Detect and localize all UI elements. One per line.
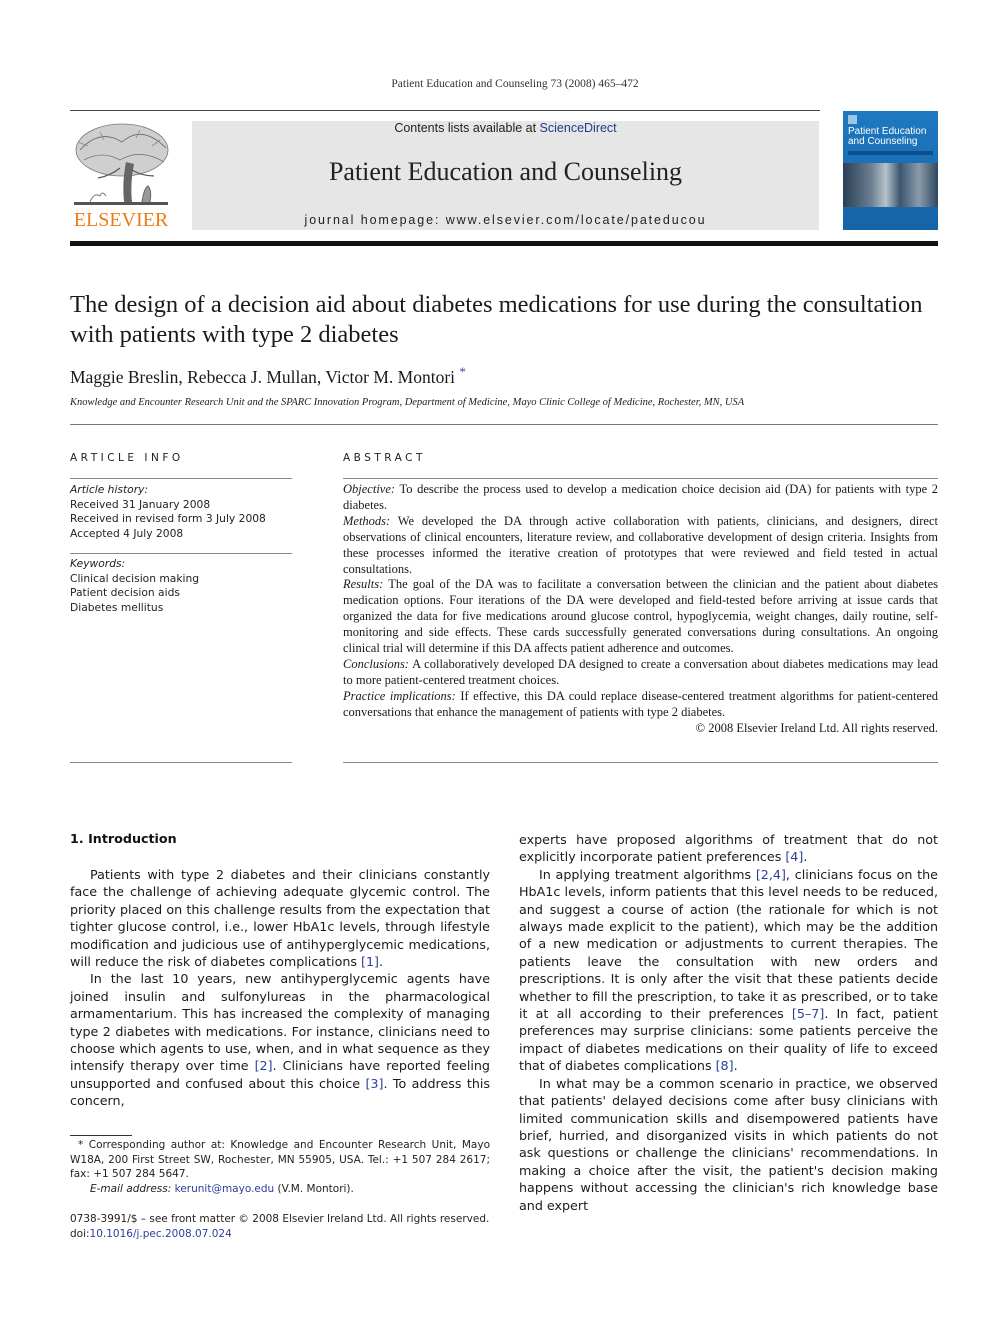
abstract-results: Results: The goal of the DA was to facil…	[343, 577, 938, 657]
elsevier-wordmark: ELSEVIER	[73, 209, 169, 231]
citation-link[interactable]: [2]	[255, 1058, 273, 1073]
email-label: E-mail address:	[90, 1182, 172, 1195]
journal-title: Patient Education and Counseling	[328, 157, 683, 186]
article-info-bottom-rule	[70, 762, 292, 763]
footnote-rule	[70, 1135, 132, 1136]
keyword: Clinical decision making	[70, 571, 200, 585]
abstract-practice-implications: Practice implications: If effective, thi…	[343, 689, 938, 721]
history-revised: Received in revised form 3 July 2008	[70, 512, 266, 526]
contents-prefix: Contents lists available at	[394, 121, 540, 135]
abstract-bottom-rule	[343, 762, 938, 763]
author-list: Maggie Breslin, Rebecca J. Mullan, Victo…	[70, 364, 466, 388]
history-received: Received 31 January 2008	[70, 497, 211, 511]
paragraph-text: .	[733, 1058, 738, 1074]
paragraph-text: In what may be a common scenario in prac…	[519, 1075, 938, 1213]
cover-title-line2: and Counseling	[848, 136, 918, 147]
left-column: Patients with type 2 diabetes and their …	[70, 866, 490, 1110]
email-suffix: (V.M. Montori).	[274, 1182, 354, 1195]
abstract-label: Practice implications:	[343, 688, 456, 703]
contents-line: Contents lists available at ScienceDirec…	[192, 121, 819, 135]
authors-text: Maggie Breslin, Rebecca J. Mullan, Victo…	[70, 366, 456, 387]
doi-link[interactable]: 10.1016/j.pec.2008.07.024	[90, 1228, 232, 1240]
right-column: experts have proposed algorithms of trea…	[519, 831, 938, 1214]
keywords-block: Keywords: Clinical decision making Patie…	[70, 557, 292, 616]
running-head: Patient Education and Counseling 73 (200…	[391, 78, 639, 90]
cover-subtitle-strip	[848, 151, 933, 155]
body-paragraph: In what may be a common scenario in prac…	[519, 1075, 938, 1214]
paragraph-text: Patients with type 2 diabetes and their …	[70, 867, 490, 970]
elsevier-tree-icon	[74, 123, 169, 205]
front-matter: 0738-3991/$ – see front matter © 2008 El…	[70, 1212, 500, 1241]
article-history-label: Article history:	[70, 483, 149, 496]
article-title: The design of a decision aid about diabe…	[70, 291, 923, 348]
title-rule	[70, 424, 938, 425]
doi-line: doi:10.1016/j.pec.2008.07.024	[70, 1227, 500, 1242]
journal-cover-image[interactable]: Patient Education and Counseling	[843, 111, 938, 230]
affiliation: Knowledge and Encounter Research Unit an…	[70, 397, 745, 408]
paragraph-text: In applying treatment algorithms	[539, 866, 756, 882]
abstract-rule	[343, 478, 938, 479]
corresponding-author-mark[interactable]: *	[459, 364, 466, 379]
cover-photo-strip	[843, 163, 938, 207]
abstract-conclusions: Conclusions: A collaboratively developed…	[343, 657, 938, 689]
abstract-copyright: © 2008 Elsevier Ireland Ltd. All rights …	[695, 720, 938, 735]
header-thick-rule	[70, 241, 938, 246]
citation-link[interactable]: [3]	[365, 1076, 383, 1091]
footnote-email-line: E-mail address: kerunit@mayo.edu (V.M. M…	[70, 1182, 490, 1197]
citation-link[interactable]: [4]	[785, 849, 803, 864]
abstract-text: We developed the DA through active colla…	[343, 513, 938, 576]
journal-banner: Contents lists available at ScienceDirec…	[192, 121, 819, 230]
cover-logo-icon	[848, 115, 857, 124]
elsevier-logo[interactable]: ELSEVIER	[70, 120, 172, 232]
citation-link[interactable]: [2,4]	[756, 867, 786, 882]
body-paragraph: In the last 10 years, new antihyperglyce…	[70, 970, 490, 1109]
abstract-text: The goal of the DA was to facilitate a c…	[343, 577, 938, 656]
citation-link[interactable]: [1]	[361, 954, 379, 969]
paragraph-text: experts have proposed algorithms of trea…	[519, 832, 938, 865]
abstract-text: To describe the process used to develop …	[343, 482, 938, 512]
paragraph-text: .	[803, 849, 808, 865]
section-heading-introduction: 1. Introduction	[70, 831, 177, 846]
issn-line: 0738-3991/$ – see front matter © 2008 El…	[70, 1213, 490, 1225]
body-paragraph: experts have proposed algorithms of trea…	[519, 831, 938, 866]
article-info-heading: ARTICLE INFO	[70, 452, 184, 464]
body-paragraph: Patients with type 2 diabetes and their …	[70, 866, 490, 970]
abstract-label: Conclusions:	[343, 656, 409, 671]
keywords-label: Keywords:	[70, 557, 126, 570]
abstract-label: Methods:	[343, 513, 391, 528]
doi-prefix: doi:	[70, 1227, 90, 1240]
sciencedirect-link[interactable]: ScienceDirect	[540, 121, 617, 135]
abstract-methods: Methods: We developed the DA through act…	[343, 514, 938, 578]
article-info-rule	[70, 478, 292, 479]
corresponding-author-footnote: * Corresponding author at: Knowledge and…	[70, 1138, 490, 1196]
cover-title: Patient Education and Counseling	[848, 127, 926, 147]
abstract-heading: ABSTRACT	[343, 452, 426, 464]
paragraph-text: , clinicians focus on the HbA1c levels, …	[519, 866, 938, 1022]
footnote-body: Corresponding author at: Knowledge and E…	[70, 1139, 490, 1181]
citation-link[interactable]: [5–7]	[792, 1006, 824, 1021]
header-rule	[70, 110, 820, 111]
abstract-body: Objective: To describe the process used …	[343, 482, 938, 737]
paragraph-text: .	[379, 954, 384, 970]
abstract-label: Objective:	[343, 482, 396, 496]
abstract-text: A collaboratively developed DA designed …	[343, 656, 938, 687]
body-paragraph: In applying treatment algorithms [2,4], …	[519, 866, 938, 1075]
keyword: Diabetes mellitus	[70, 601, 164, 615]
history-accepted: Accepted 4 July 2008	[70, 527, 184, 541]
keyword: Patient decision aids	[70, 586, 180, 600]
journal-homepage-link[interactable]: journal homepage: www.elsevier.com/locat…	[192, 213, 819, 227]
footnote-text: * Corresponding author at: Knowledge and…	[70, 1138, 490, 1182]
citation-link[interactable]: [8]	[716, 1058, 734, 1073]
email-link[interactable]: kerunit@mayo.edu	[175, 1183, 275, 1195]
article-history: Article history: Received 31 January 200…	[70, 483, 292, 542]
abstract-objective: Objective: To describe the process used …	[343, 482, 938, 514]
keywords-rule	[70, 553, 292, 554]
abstract-label: Results:	[343, 577, 384, 592]
